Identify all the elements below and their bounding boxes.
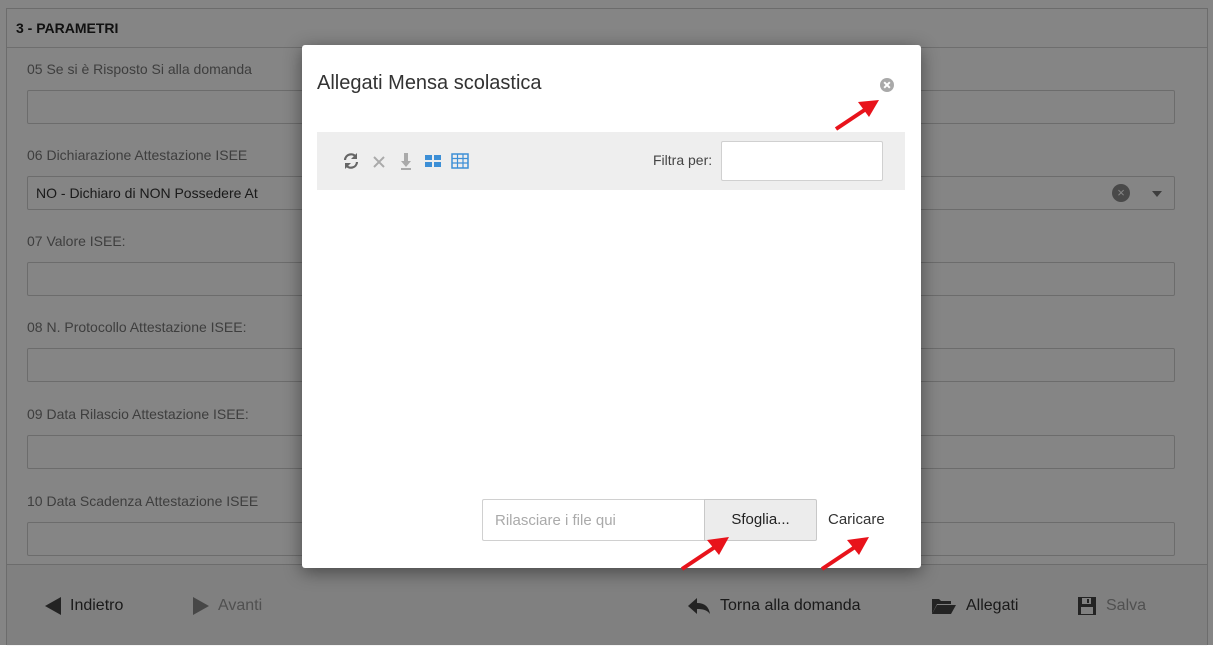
download-icon[interactable] [399, 152, 413, 170]
browse-button[interactable]: Sfoglia... [704, 499, 817, 541]
close-icon[interactable] [880, 78, 894, 92]
refresh-icon[interactable] [342, 152, 360, 170]
attachments-modal: Allegati Mensa scolastica Filtra per: Ri… [302, 45, 921, 568]
grid-view-icon[interactable] [451, 152, 469, 170]
modal-title: Allegati Mensa scolastica [317, 72, 542, 94]
filter-input[interactable] [721, 141, 883, 181]
tile-view-icon[interactable] [424, 152, 442, 170]
filter-label: Filtra per: [653, 152, 713, 168]
file-drop-input[interactable] [482, 499, 704, 541]
attachments-toolbar: Filtra per: [317, 132, 905, 190]
upload-button[interactable]: Caricare [828, 499, 885, 541]
delete-icon[interactable] [371, 152, 387, 170]
